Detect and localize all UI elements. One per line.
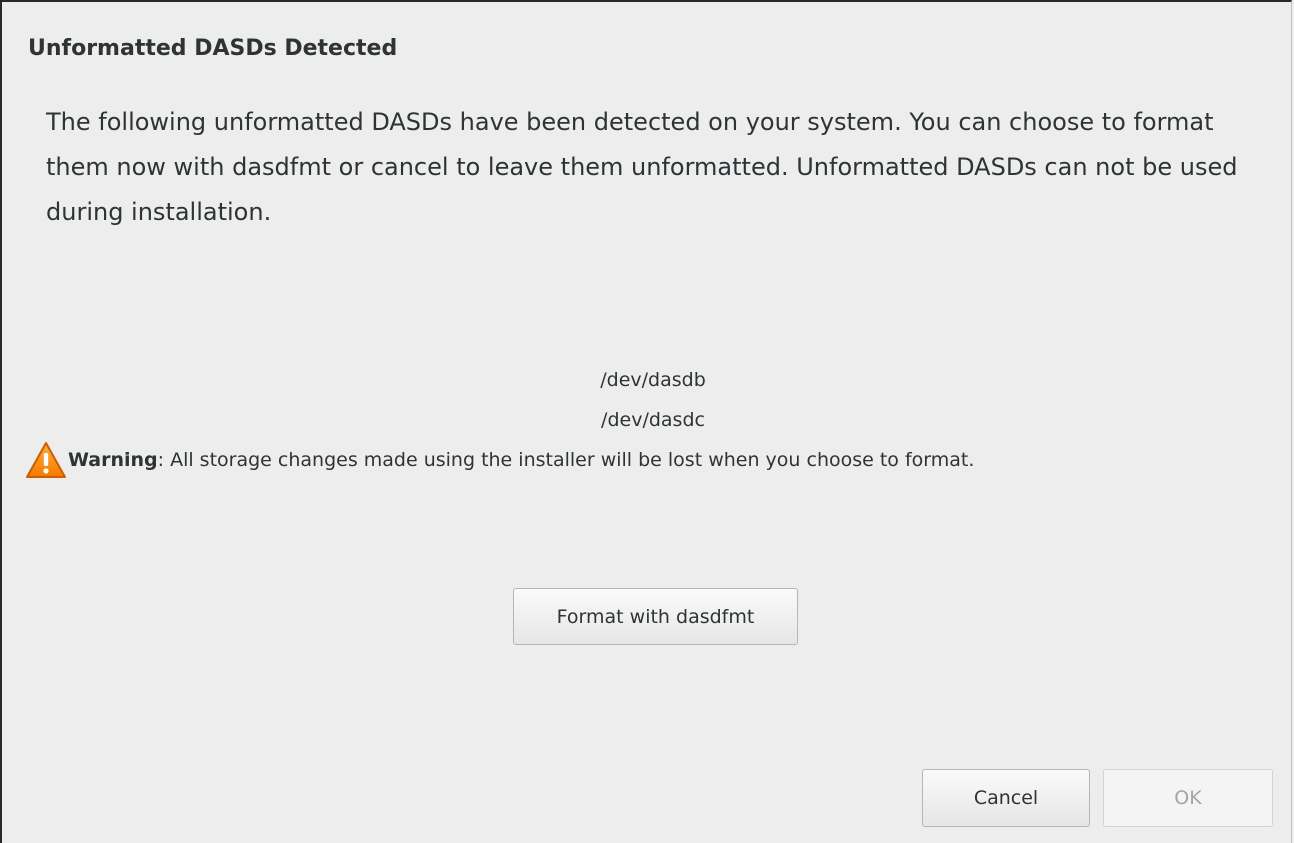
device-item: /dev/dasdb xyxy=(600,369,706,391)
dialog-title: Unformatted DASDs Detected xyxy=(28,36,398,61)
warning-label: Warning xyxy=(68,449,158,471)
dasd-dialog: Unformatted DASDs Detected The following… xyxy=(0,0,1292,843)
device-list: /dev/dasdb /dev/dasdc xyxy=(2,360,1294,440)
format-with-dasdfmt-button[interactable]: Format with dasdfmt xyxy=(513,588,798,645)
warning-triangle-icon xyxy=(24,440,68,480)
warning-text: All storage changes made using the insta… xyxy=(164,449,975,471)
ok-button[interactable]: OK xyxy=(1103,769,1273,827)
cancel-button[interactable]: Cancel xyxy=(922,769,1090,827)
dialog-description: The following unformatted DASDs have bee… xyxy=(46,108,1238,226)
warning-message: Warning: All storage changes made using … xyxy=(24,438,974,482)
device-item: /dev/dasdc xyxy=(601,409,705,431)
